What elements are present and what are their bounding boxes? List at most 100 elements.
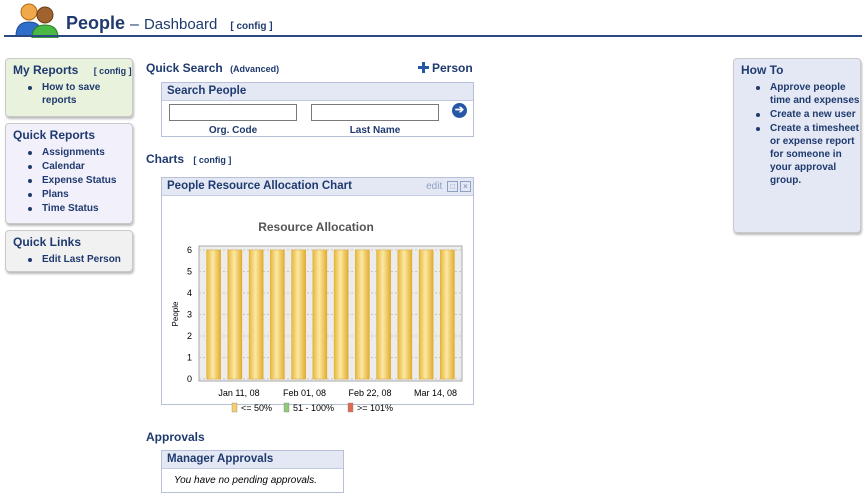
no-approvals-message: You have no pending approvals. — [174, 475, 317, 486]
chart-title: Resource Allocation — [258, 220, 374, 234]
org-code-input[interactable] — [169, 104, 297, 121]
my-reports-item-link[interactable]: How to save reports — [42, 81, 112, 107]
x-tick-label: Jan 11, 08 — [218, 388, 259, 398]
bar — [248, 249, 264, 380]
legend-label: >= 101% — [357, 403, 393, 413]
arrow-right-icon: ➔ — [454, 104, 465, 116]
y-tick-label: 5 — [187, 267, 192, 277]
quick-report-item[interactable]: Assignments — [28, 146, 132, 159]
page-subtitle: Dashboard — [143, 16, 218, 33]
bar — [206, 249, 221, 380]
how-to-approve-link[interactable]: Approve people time and expenses — [770, 82, 859, 106]
x-tick-label: Mar 14, 08 — [414, 388, 457, 398]
title-separator: – — [130, 16, 139, 33]
my-reports-heading: My Reports [ config ] — [13, 63, 132, 77]
quick-report-item[interactable]: Calendar — [28, 160, 132, 173]
close-icon[interactable]: × — [460, 180, 471, 192]
y-tick-label: 1 — [187, 353, 192, 363]
bar — [440, 249, 455, 380]
my-reports-list: How to save reports — [13, 81, 132, 107]
bar — [312, 249, 328, 380]
quick-links-box: Quick Links Edit Last Person — [5, 230, 133, 272]
y-axis-label: People — [171, 301, 180, 326]
charts-config-link[interactable]: [ config ] — [193, 155, 231, 165]
quick-reports-title: Quick Reports — [13, 128, 96, 142]
quick-links-list: Edit Last Person — [13, 253, 132, 266]
legend-swatch — [347, 402, 354, 413]
search-panel-title: Search People — [162, 83, 473, 101]
quick-search-heading: Quick Search (Advanced) — [146, 61, 279, 75]
my-reports-config-link[interactable]: [ config ] — [94, 66, 132, 76]
header-config-link[interactable]: [ config ] — [230, 21, 272, 32]
manager-approvals-panel: Manager Approvals You have no pending ap… — [161, 450, 344, 493]
bar — [397, 249, 413, 380]
quick-search-title: Quick Search — [146, 61, 223, 75]
how-to-box: How To Approve people time and expenses … — [733, 58, 861, 233]
x-tick-label: Feb 22, 08 — [348, 388, 391, 398]
resource-allocation-chart: Resource Allocation 0 1 2 3 4 5 6 People Jan 11, … — [171, 220, 463, 413]
my-reports-item[interactable]: How to save reports — [28, 81, 132, 107]
how-to-item[interactable]: Create a timesheet or expense report for… — [756, 122, 860, 187]
quick-report-item[interactable]: Time Status — [28, 202, 132, 215]
bar — [227, 249, 243, 380]
y-tick-label: 0 — [187, 374, 192, 384]
page-title: People – Dashboard [ config ] — [66, 13, 273, 34]
org-code-label: Org. Code — [208, 125, 258, 136]
quick-report-item[interactable]: Plans — [28, 188, 132, 201]
quick-link-item[interactable]: Edit Last Person — [28, 253, 132, 266]
maximize-icon[interactable]: □ — [447, 180, 458, 192]
quick-link-edit-last-person[interactable]: Edit Last Person — [42, 254, 121, 265]
advanced-search-link[interactable]: (Advanced) — [230, 64, 279, 74]
y-tick-label: 6 — [187, 245, 192, 255]
chart-panel-title: People Resource Allocation Chart — [167, 180, 352, 192]
resource-allocation-chart-panel: People Resource Allocation Chart edit □ ×… — [161, 177, 474, 413]
quick-links-title: Quick Links — [13, 235, 82, 249]
bar — [355, 249, 370, 380]
quick-report-plans[interactable]: Plans — [42, 189, 69, 200]
add-person-link[interactable]: Person — [418, 61, 473, 75]
quick-reports-box: Quick Reports Assignments Calendar Expen… — [5, 123, 133, 224]
bar — [270, 249, 285, 380]
page-title-main: People — [66, 13, 126, 33]
my-reports-title: My Reports — [13, 63, 79, 77]
search-go-button[interactable]: ➔ — [452, 103, 467, 118]
bar — [333, 249, 349, 380]
how-to-item[interactable]: Approve people time and expenses — [756, 81, 860, 107]
approvals-title: Approvals — [146, 430, 205, 444]
legend-label: <= 50% — [241, 403, 272, 413]
last-name-input[interactable] — [311, 104, 439, 121]
charts-title: Charts — [146, 152, 185, 166]
add-person-label[interactable]: Person — [432, 61, 473, 75]
bar — [376, 249, 391, 380]
how-to-item[interactable]: Create a new user — [756, 108, 860, 121]
approvals-panel-title: Manager Approvals — [162, 451, 343, 469]
quick-reports-list: Assignments Calendar Expense Status Plan… — [13, 146, 132, 215]
chart-panel-header: People Resource Allocation Chart edit □ × — [162, 178, 473, 196]
bar — [291, 249, 306, 380]
search-people-panel: Search People Org. Code Last Name ➔ — [161, 82, 474, 137]
page-header: People – Dashboard [ config ] — [0, 0, 866, 38]
charts-heading: Charts [ config ] — [146, 152, 231, 166]
quick-report-time-status[interactable]: Time Status — [42, 203, 99, 214]
legend-label: 51 - 100% — [293, 403, 334, 413]
plus-icon — [418, 62, 429, 73]
y-tick-label: 3 — [187, 310, 192, 320]
my-reports-box: My Reports [ config ] How to save report… — [5, 58, 133, 117]
how-to-create-timesheet-link[interactable]: Create a timesheet or expense report for… — [770, 123, 859, 186]
chart-edit-link[interactable]: edit — [426, 181, 442, 192]
chart-panel-controls: edit □ × — [426, 180, 471, 193]
bar — [418, 249, 434, 380]
legend-swatch — [231, 402, 238, 413]
how-to-title: How To — [741, 63, 784, 77]
quick-report-item[interactable]: Expense Status — [28, 174, 132, 187]
quick-report-assignments[interactable]: Assignments — [42, 147, 105, 158]
x-tick-label: Feb 01, 08 — [283, 388, 326, 398]
how-to-create-user-link[interactable]: Create a new user — [770, 109, 856, 120]
quick-report-calendar[interactable]: Calendar — [42, 161, 85, 172]
header-divider — [4, 35, 862, 37]
how-to-list: Approve people time and expenses Create … — [741, 81, 860, 187]
last-name-label: Last Name — [349, 125, 401, 136]
quick-report-expense-status[interactable]: Expense Status — [42, 175, 116, 186]
legend-swatch — [283, 402, 290, 413]
y-tick-label: 2 — [187, 331, 192, 341]
